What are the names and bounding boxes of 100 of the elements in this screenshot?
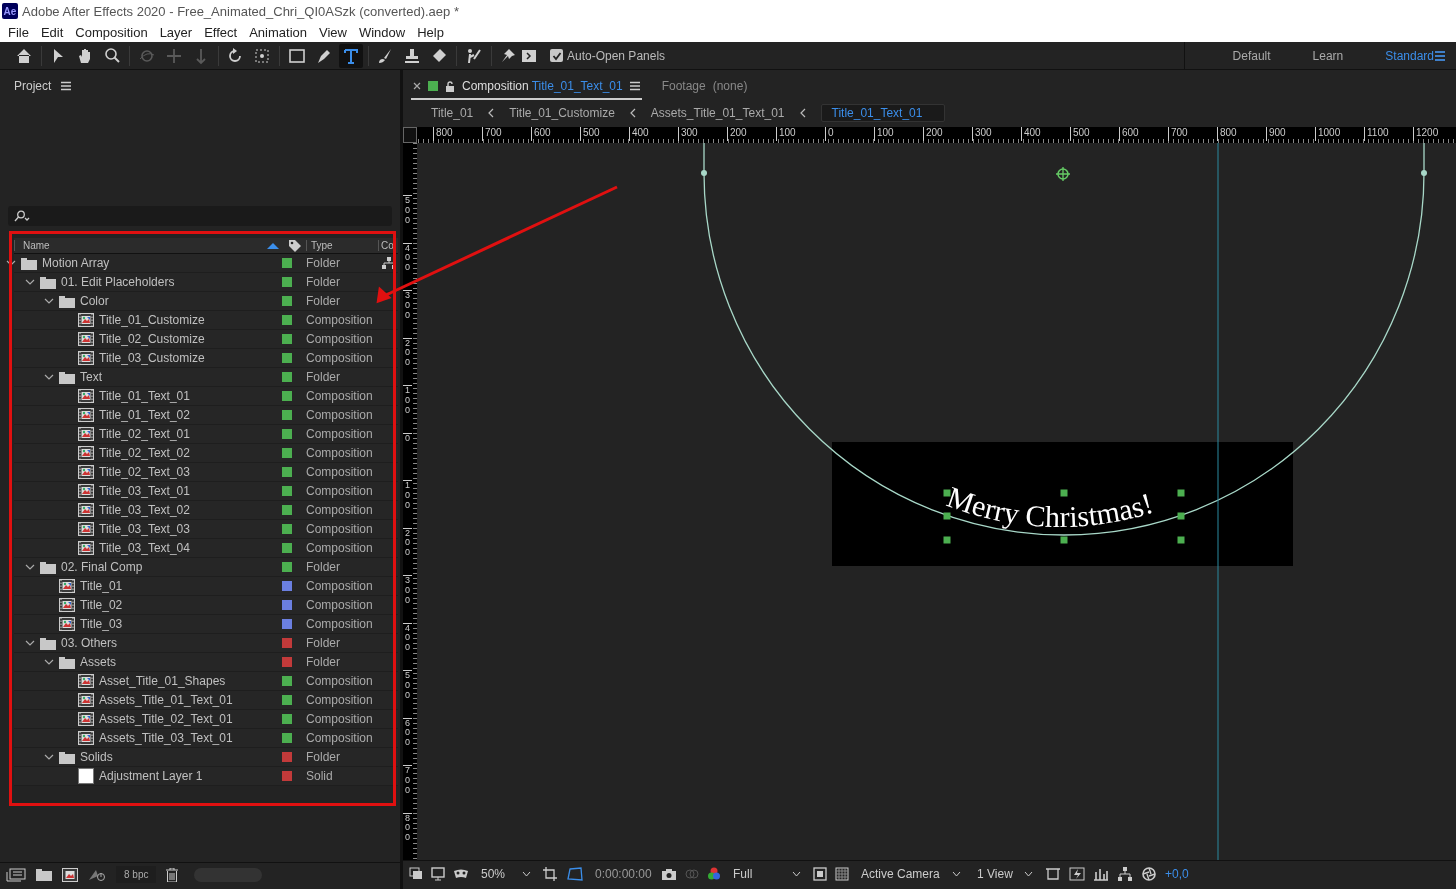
label-color-swatch[interactable] — [282, 277, 292, 287]
item-name[interactable]: Adjustment Layer 1 — [99, 769, 203, 783]
pixel-aspect-icon[interactable] — [1045, 866, 1061, 881]
item-name[interactable]: Assets — [80, 655, 116, 669]
item-name[interactable]: Title_03_Text_01 — [99, 484, 190, 498]
item-name[interactable]: Assets_Title_01_Text_01 — [99, 693, 233, 707]
mask-icon[interactable] — [453, 867, 469, 880]
view-layout-dropdown[interactable]: 1 View — [973, 866, 1037, 881]
ruler-corner[interactable] — [403, 127, 417, 143]
item-name[interactable]: Title_02_Customize — [99, 332, 205, 346]
menu-item[interactable]: View — [313, 24, 353, 40]
rgb-channels-icon[interactable] — [707, 866, 721, 881]
camera-icon[interactable] — [661, 867, 677, 880]
sort-ascending-icon[interactable] — [267, 242, 279, 249]
region-of-interest-icon[interactable] — [813, 866, 827, 881]
layers-icon[interactable] — [409, 866, 423, 881]
label-color-swatch[interactable] — [282, 505, 292, 515]
breadcrumb[interactable]: Title_01_Customize — [499, 104, 625, 122]
stamp-icon[interactable] — [403, 46, 422, 65]
unlocked-padlock-icon[interactable] — [445, 80, 455, 92]
menu-item[interactable]: Effect — [198, 24, 244, 40]
label-color-swatch[interactable] — [282, 524, 292, 534]
new-folder-icon[interactable] — [36, 868, 52, 881]
aperture-icon[interactable] — [1141, 865, 1157, 882]
item-name[interactable]: Title_01_Text_01 — [99, 389, 190, 403]
label-color-swatch[interactable] — [282, 448, 292, 458]
panel-tab[interactable]: Composition Title_01_Text_01 — [411, 79, 642, 100]
item-name[interactable]: Title_01 — [80, 579, 123, 593]
label-color-swatch[interactable] — [282, 334, 292, 344]
label-color-swatch[interactable] — [282, 638, 292, 648]
label-color-swatch[interactable] — [282, 657, 292, 667]
camera-dropdown[interactable]: Active Camera — [857, 866, 965, 881]
breadcrumb[interactable]: Title_01_Text_01 — [820, 104, 946, 122]
label-color-swatch[interactable] — [282, 733, 292, 743]
tag-icon[interactable] — [288, 238, 302, 253]
menu-item[interactable]: Edit — [34, 24, 70, 40]
bit-depth-button[interactable]: 8 bpc — [116, 866, 157, 883]
timeline-icon[interactable] — [1093, 866, 1109, 881]
label-color-swatch[interactable] — [282, 695, 292, 705]
menu-icon[interactable] — [61, 81, 72, 91]
region-icon[interactable] — [567, 866, 583, 881]
item-name[interactable]: Title_02_Text_03 — [99, 465, 190, 479]
label-color-swatch[interactable] — [282, 429, 292, 439]
label-color-swatch[interactable] — [282, 467, 292, 477]
label-color-swatch[interactable] — [282, 771, 292, 781]
checkerboard-icon[interactable] — [835, 866, 849, 881]
label-color-swatch[interactable] — [282, 296, 292, 306]
zoom-dropdown[interactable]: 50% — [477, 866, 535, 881]
path-vertex[interactable] — [1421, 170, 1427, 176]
trash-icon[interactable] — [166, 867, 179, 882]
label-color-swatch[interactable] — [282, 486, 292, 496]
caret-icon[interactable] — [44, 657, 54, 667]
breadcrumb[interactable]: Assets_Title_01_Text_01 — [640, 104, 795, 122]
label-color-swatch[interactable] — [282, 619, 292, 629]
item-name[interactable]: Title_03_Text_02 — [99, 503, 190, 517]
item-name[interactable]: Title_02_Text_01 — [99, 427, 190, 441]
item-name[interactable]: Assets_Title_03_Text_01 — [99, 731, 233, 745]
item-name[interactable]: Color — [80, 294, 109, 308]
item-name[interactable]: Title_03_Customize — [99, 351, 205, 365]
caret-icon[interactable] — [25, 277, 35, 287]
resolution-dropdown[interactable]: Full — [729, 866, 805, 881]
item-name[interactable]: Title_02_Text_02 — [99, 446, 190, 460]
canvas-text[interactable]: Merry Christmas! — [943, 479, 1157, 534]
item-name[interactable]: Title_03 — [80, 617, 123, 631]
label-color-swatch[interactable] — [282, 676, 292, 686]
menu-item[interactable]: Layer — [153, 24, 199, 40]
breadcrumb[interactable]: Title_01 — [421, 104, 484, 122]
label-color-swatch[interactable] — [282, 391, 292, 401]
item-name[interactable]: Motion Array — [42, 256, 110, 270]
label-color-swatch[interactable] — [282, 258, 292, 268]
rectangle-icon[interactable] — [287, 46, 306, 65]
caret-icon[interactable] — [44, 296, 54, 306]
anchor-point-icon[interactable] — [1055, 166, 1071, 182]
menu-item[interactable]: Animation — [243, 24, 313, 40]
item-name[interactable]: Title_02 — [80, 598, 123, 612]
menu-item[interactable]: Window — [352, 24, 412, 40]
label-color-swatch[interactable] — [282, 752, 292, 762]
close-icon[interactable] — [413, 82, 421, 90]
label-color-swatch[interactable] — [282, 714, 292, 724]
selection-handles[interactable] — [943, 489, 1185, 544]
item-name[interactable]: Text — [80, 370, 102, 384]
workspace-tab[interactable]: Standard — [1357, 48, 1448, 63]
label-color-swatch[interactable] — [282, 562, 292, 572]
caret-icon[interactable] — [25, 562, 35, 572]
menu-item[interactable]: Composition — [69, 24, 154, 40]
menu-icon[interactable] — [629, 81, 640, 91]
interpret-footage-icon[interactable] — [6, 867, 26, 882]
path-vertex[interactable] — [701, 170, 707, 176]
caret-icon[interactable] — [44, 752, 54, 762]
label-color-swatch[interactable] — [282, 372, 292, 382]
column-header[interactable]: Co — [378, 240, 394, 251]
search-field[interactable] — [8, 206, 392, 226]
magnifier-icon[interactable] — [103, 46, 122, 65]
label-color-swatch[interactable] — [282, 410, 292, 420]
label-color-swatch[interactable] — [282, 600, 292, 610]
item-name[interactable]: Title_03_Text_04 — [99, 541, 190, 555]
menu-item[interactable]: File — [2, 24, 35, 40]
item-name[interactable]: 02. Final Comp — [61, 560, 143, 574]
panel-tab[interactable]: Footage (none) — [659, 79, 750, 100]
item-name[interactable]: Title_03_Text_03 — [99, 522, 190, 536]
